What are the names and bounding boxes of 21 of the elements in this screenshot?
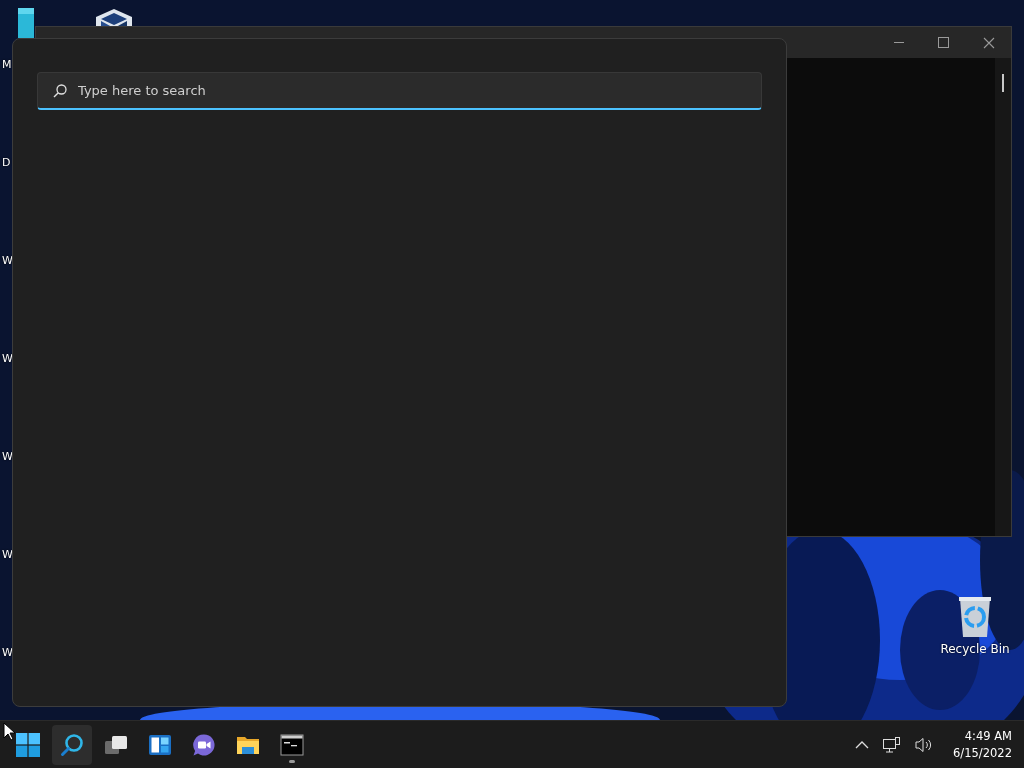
- mouse-pointer-icon: [3, 722, 15, 741]
- video-chat-icon: [192, 732, 216, 757]
- desktop-icon-label[interactable]: W: [2, 352, 12, 366]
- desktop-icon-label[interactable]: W: [2, 450, 12, 464]
- desktop-icon-label[interactable]: W: [2, 254, 12, 268]
- widgets-icon: [148, 732, 172, 757]
- taskbar-app-button[interactable]: [52, 724, 92, 765]
- windows-logo-icon: [16, 732, 40, 757]
- desktop-icon-label[interactable]: W: [2, 646, 12, 660]
- terminal-icon: [280, 732, 304, 757]
- desktop-icon-label[interactable]: D: [2, 156, 12, 170]
- maximize-icon: [938, 37, 949, 48]
- search-icon: [60, 732, 84, 757]
- minimize-icon: [893, 42, 904, 43]
- search-field[interactable]: Type here to search: [37, 72, 762, 110]
- scrollbar[interactable]: [995, 58, 1011, 536]
- desktop-icon-label[interactable]: M: [2, 58, 12, 72]
- recycle-bin-label: Recycle Bin: [940, 642, 1010, 656]
- clock[interactable]: 4:49 AM 6/15/2022: [943, 727, 1016, 762]
- desktop-icon-label[interactable]: W: [2, 548, 12, 562]
- close-icon: [982, 36, 995, 49]
